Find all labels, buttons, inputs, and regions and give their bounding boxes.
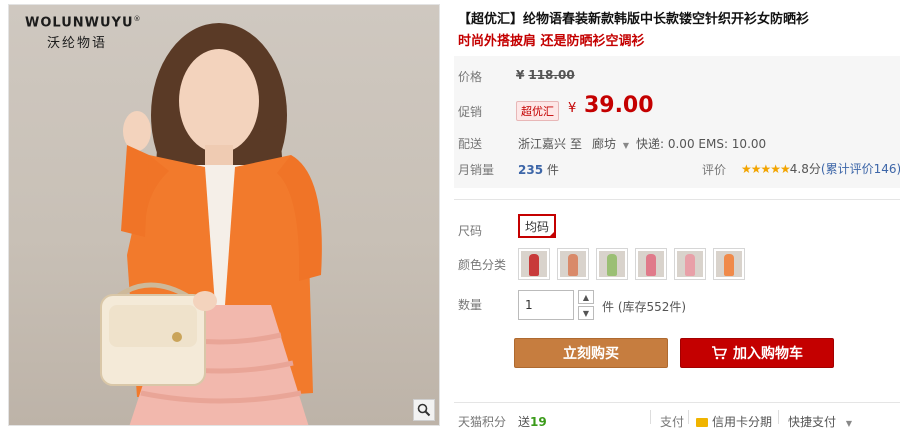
cart-icon: [712, 346, 727, 360]
shipping-label: 配送: [458, 137, 483, 151]
product-main-image[interactable]: WOLUNWUYU® 沃纶物语: [8, 4, 440, 426]
rating-summary: ★★★★★4.8分(累计评价146): [741, 160, 900, 177]
magnifier-icon: [417, 403, 431, 417]
add-to-cart-button[interactable]: 加入购物车: [680, 338, 834, 368]
color-swatch[interactable]: [518, 248, 550, 280]
promo-label: 促销: [458, 105, 483, 119]
promo-price-value: 39.00: [583, 93, 654, 118]
divider: [688, 410, 689, 424]
points-label: 天猫积分: [458, 415, 507, 429]
color-swatch[interactable]: [596, 248, 628, 280]
promo-tag-badge: 超优汇: [516, 101, 559, 121]
credit-card-installment-link[interactable]: 信用卡分期: [696, 413, 772, 430]
swatch-figure: [607, 254, 617, 276]
color-swatch-list: [518, 248, 745, 280]
swatch-figure: [646, 254, 656, 276]
swatch-figure: [568, 254, 578, 276]
quantity-increase-button[interactable]: ▲: [578, 290, 594, 304]
swatch-figure: [724, 254, 734, 276]
shipping-from: 浙江嘉兴: [518, 137, 567, 151]
divider: [650, 410, 651, 424]
rating-score: 4.8分: [789, 162, 821, 176]
pay-label: 支付: [660, 415, 685, 429]
credit-card-label: 信用卡分期: [712, 415, 773, 429]
review-count-link[interactable]: (累计评价146): [821, 162, 900, 176]
shipping-destination: 廊坊: [592, 137, 617, 151]
divider: [454, 402, 900, 403]
brand-logo: WOLUNWUYU® 沃纶物语: [25, 15, 142, 51]
caret-down-icon: ▼: [622, 141, 629, 150]
quantity-label: 数量: [458, 298, 483, 312]
quantity-input[interactable]: [518, 290, 574, 320]
buy-now-button[interactable]: 立刻购买: [514, 338, 668, 368]
size-label: 尺码: [458, 224, 483, 238]
swatch-thumbnail: [716, 251, 742, 277]
caret-down-icon: ▼: [582, 308, 590, 318]
price-info-box: 价格 ¥118.00 促销 超优汇 ¥ 39.00 配送 浙江嘉兴 至 廊坊 ▼…: [454, 56, 900, 188]
monthly-sales-label: 月销量: [458, 163, 495, 177]
divider: [778, 410, 779, 424]
original-price: ¥118.00: [516, 68, 575, 82]
size-option-selected[interactable]: 均码: [518, 214, 556, 238]
selected-check-corner-icon: [548, 230, 556, 238]
original-price-value: 118.00: [528, 68, 575, 82]
brand-latin-text: WOLUNWUYU: [25, 15, 134, 31]
promo-price: ¥ 39.00: [568, 93, 654, 118]
swatch-thumbnail: [638, 251, 664, 277]
divider: [454, 199, 900, 200]
shipping-to-word: 至: [570, 137, 583, 151]
shipping-destination-select[interactable]: 廊坊 ▼: [592, 135, 629, 152]
monthly-sales-value: 235 件: [518, 161, 559, 178]
product-title: 【超优汇】纶物语春装新款韩版中长款镂空针织开衫女防晒衫: [458, 12, 810, 27]
add-to-cart-label: 加入购物车: [733, 346, 803, 362]
color-swatch[interactable]: [674, 248, 706, 280]
points-value: 19: [530, 415, 547, 429]
promo-price-currency: ¥: [568, 101, 577, 116]
zoom-button[interactable]: [413, 399, 435, 421]
color-swatch[interactable]: [635, 248, 667, 280]
points-prefix: 送: [518, 415, 531, 429]
product-subtitle: 时尚外搭披肩 还是防晒衫空调衫: [458, 34, 645, 49]
swatch-thumbnail: [599, 251, 625, 277]
brand-logo-cn: 沃纶物语: [47, 36, 108, 52]
caret-up-icon: ▲: [582, 292, 590, 302]
size-option-label: 均码: [524, 219, 549, 234]
monthly-sales-unit: 件: [546, 163, 559, 177]
monthly-sales-count: 235: [518, 163, 544, 177]
original-price-currency: ¥: [516, 68, 525, 82]
rating-label: 评价: [702, 163, 727, 177]
product-detail-panel: 【超优汇】纶物语春装新款韩版中长款镂空针织开衫女防晒衫 时尚外搭披肩 还是防晒衫…: [454, 0, 900, 430]
price-label: 价格: [458, 70, 483, 84]
color-swatch[interactable]: [557, 248, 589, 280]
swatch-thumbnail: [560, 251, 586, 277]
credit-card-icon: [696, 418, 708, 427]
rating-stars-icon: ★★★★★: [741, 162, 791, 176]
brand-logo-latin: WOLUNWUYU®: [25, 15, 142, 30]
buy-now-label: 立刻购买: [563, 346, 619, 362]
quantity-decrease-button[interactable]: ▼: [578, 306, 594, 320]
swatch-figure: [529, 254, 539, 276]
stock-text: 件 (库存552件): [602, 300, 687, 314]
points-info: 送19: [518, 413, 547, 430]
shipping-fee: 快递: 0.00 EMS: 10.00: [636, 137, 767, 151]
color-label: 颜色分类: [458, 258, 507, 272]
color-swatch[interactable]: [713, 248, 745, 280]
registered-mark: ®: [133, 15, 142, 23]
caret-down-icon: ▼: [845, 419, 852, 428]
product-photo-illustration: [100, 23, 322, 425]
quick-pay-label: 快捷支付: [788, 415, 837, 429]
swatch-thumbnail: [521, 251, 547, 277]
swatch-figure: [685, 254, 695, 276]
swatch-thumbnail: [677, 251, 703, 277]
quick-pay-select[interactable]: 快捷支付 ▼: [788, 413, 852, 430]
